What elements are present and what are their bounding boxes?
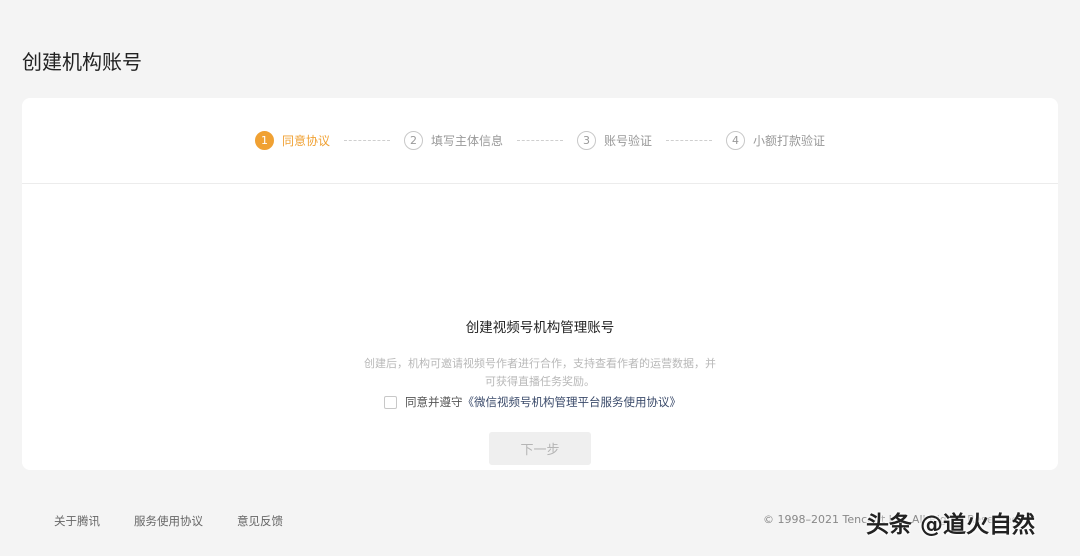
agreement-link[interactable]: 《微信视频号机构管理平台服务使用协议》 (463, 394, 682, 410)
page-title: 创建机构账号 (22, 50, 142, 74)
section-heading: 创建视频号机构管理账号 (465, 320, 615, 336)
agree-prefix: 同意并遵守 (405, 395, 463, 409)
footer-link-terms[interactable]: 服务使用协议 (134, 513, 203, 529)
section-description: 创建后，机构可邀请视频号作者进行合作，支持查看作者的运营数据，并可获得直播任务奖… (364, 357, 716, 388)
footer-link-feedback[interactable]: 意见反馈 (237, 513, 283, 529)
agreement-row: 同意并遵守 《微信视频号机构管理平台服务使用协议》 (384, 394, 681, 410)
step-connector (343, 139, 390, 141)
step-agree: 1 同意协议 (254, 130, 330, 150)
stepper: 1 同意协议 2 填写主体信息 3 账号验证 4 小额打款验证 (22, 128, 1058, 152)
step-connector (517, 139, 563, 141)
step-label: 小额打款验证 (753, 133, 826, 148)
divider (22, 183, 1058, 184)
step-label: 填写主体信息 (430, 133, 503, 148)
step-number: 3 (577, 130, 596, 150)
footer-link-about[interactable]: 关于腾讯 (54, 513, 100, 529)
step-label: 账号验证 (604, 133, 653, 148)
step-account-verify: 3 账号验证 (577, 130, 653, 150)
next-step-button[interactable]: 下一步 (489, 432, 591, 465)
agree-checkbox[interactable] (384, 395, 397, 409)
step-fill-info: 2 填写主体信息 (403, 130, 503, 150)
step-label: 同意协议 (281, 133, 330, 148)
step-number: 4 (726, 130, 746, 150)
footer-links: 关于腾讯 服务使用协议 意见反馈 (54, 513, 317, 529)
step-number: 2 (403, 130, 423, 150)
main-card: 1 同意协议 2 填写主体信息 3 账号验证 4 小额打款验证 创建视频号机构管… (22, 98, 1058, 470)
step-number: 1 (254, 130, 274, 150)
step-payment-verify: 4 小额打款验证 (726, 130, 826, 150)
watermark: 头条 @道火自然 (866, 512, 1036, 538)
step-connector (666, 139, 713, 141)
